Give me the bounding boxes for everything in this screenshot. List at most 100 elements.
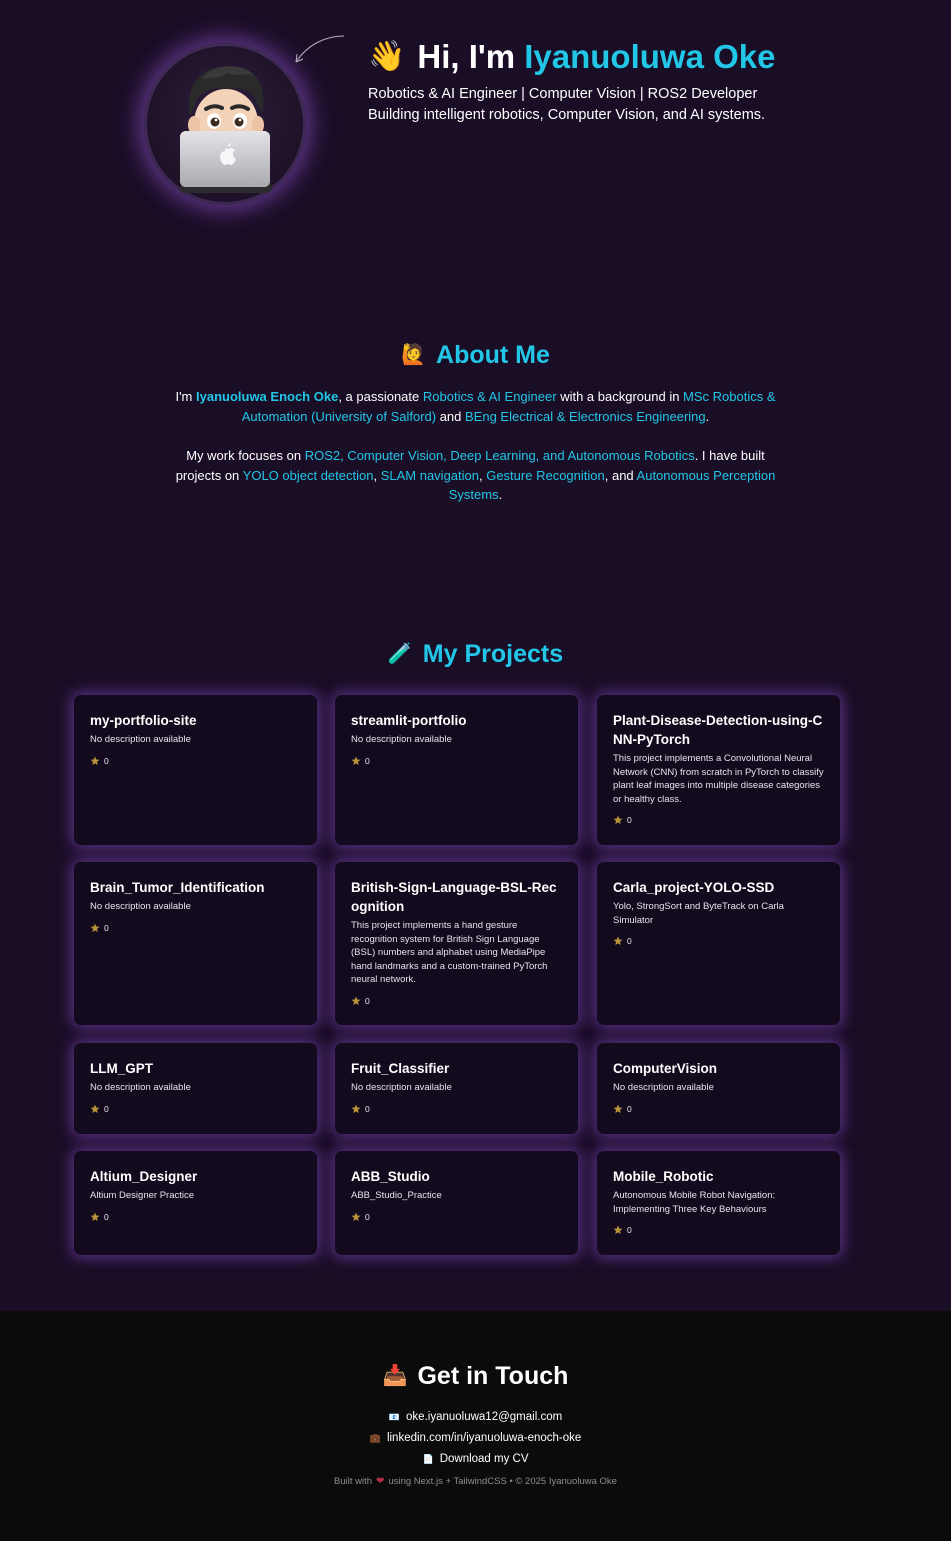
about-text-segment: .	[705, 408, 710, 424]
project-card[interactable]: Brain_Tumor_Identification No description…	[74, 862, 317, 1025]
email-link[interactable]: 📧 oke.iyanuoluwa12@gmail.com	[0, 1407, 951, 1428]
star-icon	[613, 1225, 623, 1234]
project-card[interactable]: British-Sign-Language-BSL-Recognition Thi…	[335, 862, 578, 1025]
heart-icon: ❤	[376, 1476, 385, 1487]
project-card[interactable]: ABB_Studio ABB_Studio_Practice 0	[335, 1151, 578, 1255]
project-stars: 0	[90, 923, 301, 933]
project-card[interactable]: my-portfolio-site No description availabl…	[74, 695, 317, 845]
project-stars: 0	[90, 756, 301, 766]
star-icon	[90, 923, 100, 932]
project-description: Yolo, StrongSort and ByteTrack on Carla …	[613, 901, 784, 926]
project-stars: 0	[613, 1225, 824, 1235]
about-text-segment: My work focuses on	[186, 448, 305, 463]
projects-title: 🧪 My Projects	[0, 637, 951, 671]
project-stars: 0	[90, 1104, 301, 1114]
project-card[interactable]: Carla_project-YOLO-SSD Yolo, StrongSort a…	[597, 862, 840, 1025]
about-text-segment: SLAM navigation	[380, 467, 479, 483]
project-title: Carla_project-YOLO-SSD	[613, 880, 775, 895]
star-count: 0	[365, 1103, 370, 1114]
hero-name: Iyanuoluwa Oke	[524, 38, 776, 75]
footer-prefix: Built with	[334, 1476, 373, 1487]
hero-tagline: Building intelligent robotics, Computer …	[368, 107, 766, 123]
star-icon	[90, 1212, 100, 1221]
star-icon	[90, 756, 100, 765]
project-title: ComputerVision	[613, 1061, 718, 1076]
footer-suffix: using Next.js + TailwindCSS • © 2025 Iya…	[388, 1476, 617, 1487]
project-description: No description available	[90, 901, 191, 912]
waving-hand-icon: 👋	[368, 40, 406, 73]
star-count: 0	[104, 1103, 109, 1114]
project-title: Fruit_Classifier	[351, 1061, 450, 1076]
contact-list: 📧 oke.iyanuoluwa12@gmail.com 💼 linkedin.…	[0, 1407, 951, 1470]
about-text-segment: and	[436, 408, 466, 424]
star-count: 0	[365, 755, 370, 766]
about-text-segment: Iyanuoluwa Enoch Oke	[196, 389, 339, 404]
project-title: Altium_Designer	[90, 1169, 198, 1184]
star-count: 0	[104, 755, 109, 766]
star-count: 0	[627, 1225, 632, 1235]
footer-note: Built with ❤ using Next.js + TailwindCSS…	[0, 1476, 951, 1487]
star-count: 0	[627, 815, 632, 825]
star-icon	[351, 996, 361, 1005]
projects-title-text: My Projects	[422, 640, 564, 668]
email-text: oke.iyanuoluwa12@gmail.com	[406, 1411, 563, 1423]
project-card[interactable]: Plant-Disease-Detection-using-CNN-PyTorc…	[597, 695, 840, 845]
contact-title-text: Get in Touch	[417, 1362, 569, 1390]
project-description: No description available	[90, 1082, 191, 1093]
project-description: No description available	[351, 1082, 452, 1093]
star-icon	[90, 1104, 100, 1113]
star-icon	[351, 1104, 361, 1113]
project-title: streamlit-portfolio	[351, 713, 467, 728]
star-count: 0	[365, 995, 370, 1006]
star-count: 0	[365, 1211, 370, 1222]
project-stars: 0	[351, 1104, 562, 1114]
about-paragraph-2: My work focuses on ROS2, Computer Vision…	[166, 446, 786, 505]
about-text-segment: BEng Electrical & Electronics Engineerin…	[465, 408, 706, 424]
memoji-laptop-illustration	[178, 66, 274, 193]
project-card[interactable]: ComputerVision No description available 0	[597, 1043, 840, 1134]
contact-section: 📥 Get in Touch 📧 oke.iyanuoluwa12@gmail.…	[0, 1311, 951, 1541]
star-icon	[613, 1104, 623, 1113]
about-text-segment: , a passionate	[338, 389, 423, 404]
project-stars: 0	[90, 1212, 301, 1222]
email-icon: 📧	[388, 1412, 401, 1422]
about-text-segment: with a background in	[556, 389, 684, 404]
project-card[interactable]: LLM_GPT No description available 0	[74, 1043, 317, 1134]
project-description: Autonomous Mobile Robot Navigation: Impl…	[613, 1190, 776, 1215]
test-tube-icon: 🧪	[387, 643, 413, 665]
project-card[interactable]: Mobile_Robotic Autonomous Mobile Robot Na…	[597, 1151, 840, 1255]
project-description: No description available	[613, 1082, 714, 1093]
project-title: my-portfolio-site	[90, 713, 197, 728]
hero-title: 👋 Hi, I'm Iyanuoluwa Oke	[368, 38, 888, 76]
project-description: No description available	[351, 734, 452, 745]
about-text-segment: ,	[373, 467, 381, 483]
download-cv-text: Download my CV	[439, 1453, 529, 1465]
about-text-segment: Robotics & AI Engineer	[422, 389, 557, 404]
about-text-segment: ROS2, Computer Vision, Deep Learning, an…	[304, 448, 695, 463]
project-card[interactable]: streamlit-portfolio No description availa…	[335, 695, 578, 845]
person-raising-hand-icon: 🙋	[401, 344, 427, 366]
star-count: 0	[104, 922, 109, 933]
project-title: Brain_Tumor_Identification	[90, 880, 265, 895]
about-text-segment: YOLO object detection	[242, 467, 374, 483]
linkedin-text: linkedin.com/in/iyanuoluwa-enoch-oke	[386, 1432, 582, 1444]
project-card[interactable]: Fruit_Classifier No description available…	[335, 1043, 578, 1134]
download-cv-link[interactable]: 📄 Download my CV	[0, 1449, 951, 1470]
project-stars: 0	[613, 936, 824, 946]
project-title: LLM_GPT	[90, 1061, 153, 1076]
hero-section: 👋 Hi, I'm Iyanuoluwa Oke Robotics & AI E…	[0, 0, 951, 290]
project-title: ABB_Studio	[351, 1169, 430, 1184]
project-stars: 0	[351, 756, 562, 766]
about-paragraph-1: I'm Iyanuoluwa Enoch Oke, a passionate R…	[166, 387, 786, 426]
about-title-text: About Me	[436, 341, 550, 369]
star-icon	[351, 756, 361, 765]
about-text-segment: I'm	[175, 389, 196, 404]
project-title: Plant-Disease-Detection-using-CNN-PyTorc…	[613, 713, 823, 747]
linkedin-link[interactable]: 💼 linkedin.com/in/iyanuoluwa-enoch-oke	[0, 1428, 951, 1449]
star-count: 0	[627, 1103, 632, 1114]
project-stars: 0	[351, 996, 562, 1006]
briefcase-icon: 💼	[369, 1433, 381, 1443]
about-text-segment: Gesture Recognition	[486, 467, 605, 483]
project-card[interactable]: Altium_Designer Altium Designer Practice 0	[74, 1151, 317, 1255]
projects-section: 🧪 My Projects my-portfolio-site No descri…	[0, 637, 951, 1255]
